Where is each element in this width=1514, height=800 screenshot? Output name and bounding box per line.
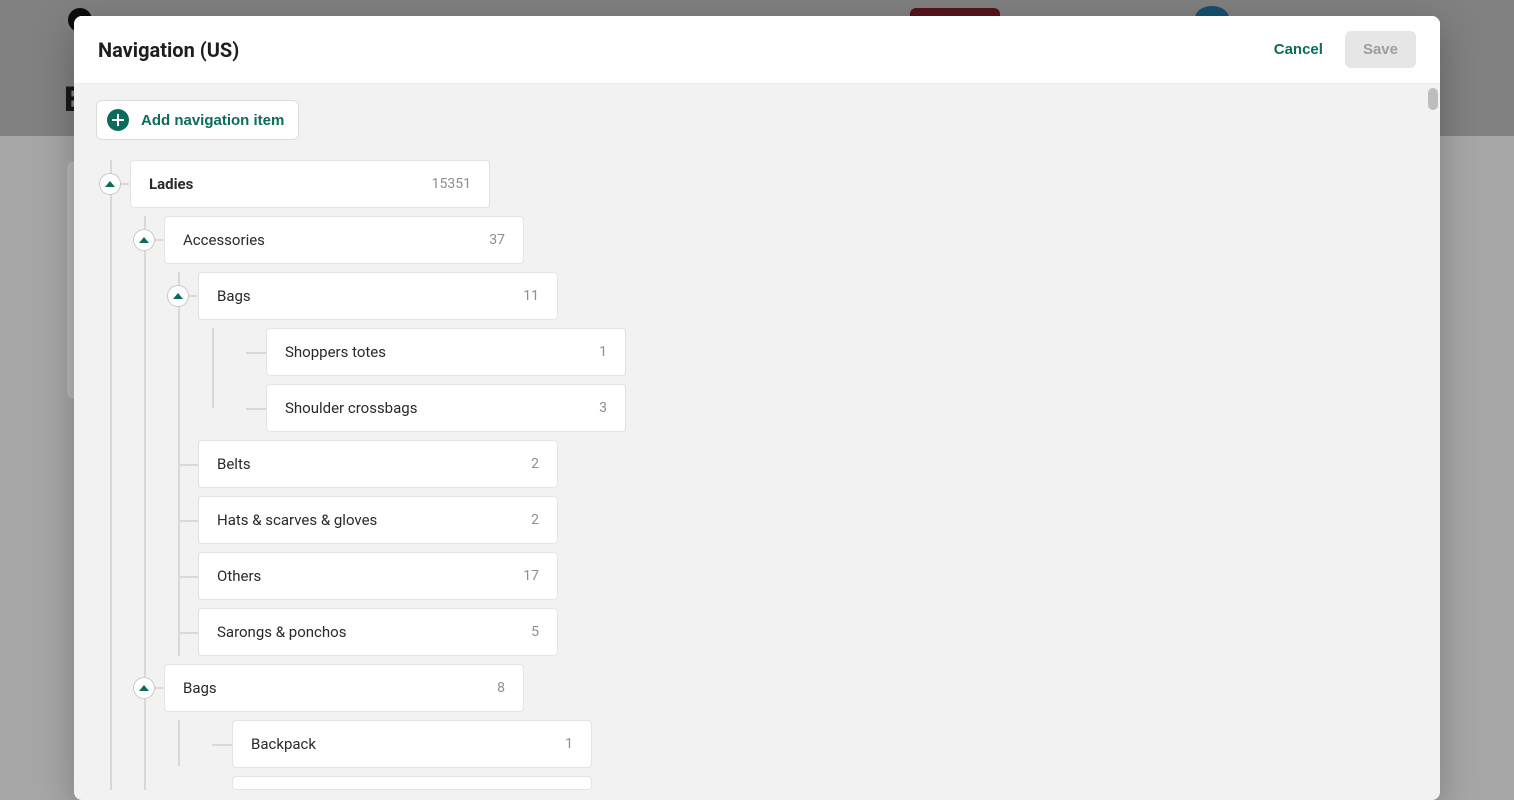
tree-leaf: Backpack 1 [198, 720, 1418, 768]
tree-row-bags-inner: Bags 11 [198, 272, 1418, 320]
tree-node-label: Shoppers totes [285, 343, 386, 361]
expand-toggle[interactable] [99, 173, 121, 195]
tree-leaf: Shoppers totes 1 [232, 328, 1418, 376]
tree-node-label: Belts [217, 455, 251, 473]
tree-node-ladies[interactable]: Ladies 15351 [130, 160, 490, 208]
tree-connector [178, 464, 198, 466]
tree-line [144, 216, 146, 790]
tree-branch-accessories: Bags 11 Shoppers totes 1 [164, 272, 1418, 656]
tree-connector [178, 632, 198, 634]
tree-node-label: Bags [217, 287, 251, 305]
navigation-tree: Ladies 15351 Accessories 37 [96, 160, 1418, 790]
tree-node-label: Sarongs & ponchos [217, 623, 346, 641]
tree-leaf: Belts 2 [198, 440, 1418, 488]
tree-branch-ladies: Accessories 37 Bags 11 [130, 216, 1418, 790]
tree-node-bags-outer[interactable]: Bags 8 [164, 664, 524, 712]
tree-row-ladies: Ladies 15351 [130, 160, 1418, 208]
tree-node-count: 3 [599, 400, 607, 416]
tree-children-bags-outer: Backpack 1 [164, 720, 1418, 790]
tree-node-count: 2 [531, 512, 539, 528]
tree-node-label: Accessories [183, 231, 265, 249]
tree-children-bags-inner: Shoppers totes 1 Shoulder crossbags 3 [198, 328, 1418, 432]
tree-connector [246, 408, 266, 410]
tree-node-count: 37 [489, 232, 505, 248]
tree-line [110, 160, 112, 790]
expand-toggle[interactable] [167, 285, 189, 307]
tree-connector [212, 744, 232, 746]
tree-node-count: 8 [497, 680, 505, 696]
tree-leaf: Shoulder crossbags 3 [232, 384, 1418, 432]
tree-leaf: Sarongs & ponchos 5 [198, 608, 1418, 656]
navigation-modal: Navigation (US) Cancel Save Add navigati… [74, 16, 1440, 800]
tree-leaf: Hats & scarves & gloves 2 [198, 496, 1418, 544]
tree-node-count: 5 [531, 624, 539, 640]
tree-node-label: Hats & scarves & gloves [217, 511, 377, 529]
tree-node-label: Others [217, 567, 261, 585]
tree-node-sarongs[interactable]: Sarongs & ponchos 5 [198, 608, 558, 656]
tree-node-shoppers[interactable]: Shoppers totes 1 [266, 328, 626, 376]
modal-header: Navigation (US) Cancel Save [74, 16, 1440, 84]
tree-row-bags-outer: Bags 8 [164, 664, 1418, 712]
tree-node-count: 1 [565, 736, 573, 752]
expand-toggle[interactable] [133, 229, 155, 251]
tree-node-label: Ladies [149, 175, 193, 193]
modal-actions: Cancel Save [1274, 31, 1416, 68]
tree-connector [178, 576, 198, 578]
tree-node-count: 11 [523, 288, 539, 304]
add-navigation-item-label: Add navigation item [141, 112, 284, 129]
tree-line [178, 720, 180, 766]
scrollbar-thumb[interactable] [1428, 88, 1438, 110]
tree-node-count: 2 [531, 456, 539, 472]
expand-toggle[interactable] [133, 677, 155, 699]
tree-branch-root: Ladies 15351 Accessories 37 [96, 160, 1418, 790]
cancel-button[interactable]: Cancel [1274, 41, 1323, 58]
tree-leaf: Others 17 [198, 552, 1418, 600]
tree-node-bags-inner[interactable]: Bags 11 [198, 272, 558, 320]
tree-node-partial[interactable] [232, 776, 592, 790]
tree-node-belts[interactable]: Belts 2 [198, 440, 558, 488]
tree-node-label: Shoulder crossbags [285, 399, 417, 417]
plus-icon [107, 109, 129, 131]
tree-node-label: Backpack [251, 735, 316, 753]
tree-node-shoulder[interactable]: Shoulder crossbags 3 [266, 384, 626, 432]
tree-node-count: 17 [523, 568, 539, 584]
tree-node-count: 15351 [432, 176, 471, 192]
tree-node-count: 1 [599, 344, 607, 360]
tree-node-hats[interactable]: Hats & scarves & gloves 2 [198, 496, 558, 544]
save-button[interactable]: Save [1345, 31, 1416, 68]
tree-line [212, 328, 214, 408]
tree-node-accessories[interactable]: Accessories 37 [164, 216, 524, 264]
tree-connector [178, 520, 198, 522]
tree-node-backpack[interactable]: Backpack 1 [232, 720, 592, 768]
modal-title: Navigation (US) [98, 38, 239, 62]
tree-connector [246, 352, 266, 354]
tree-node-label: Bags [183, 679, 217, 697]
tree-node-others[interactable]: Others 17 [198, 552, 558, 600]
tree-leaf [198, 776, 1418, 790]
tree-row-accessories: Accessories 37 [164, 216, 1418, 264]
add-navigation-item-button[interactable]: Add navigation item [96, 100, 299, 140]
modal-body: Add navigation item Ladies 15351 [74, 84, 1440, 800]
